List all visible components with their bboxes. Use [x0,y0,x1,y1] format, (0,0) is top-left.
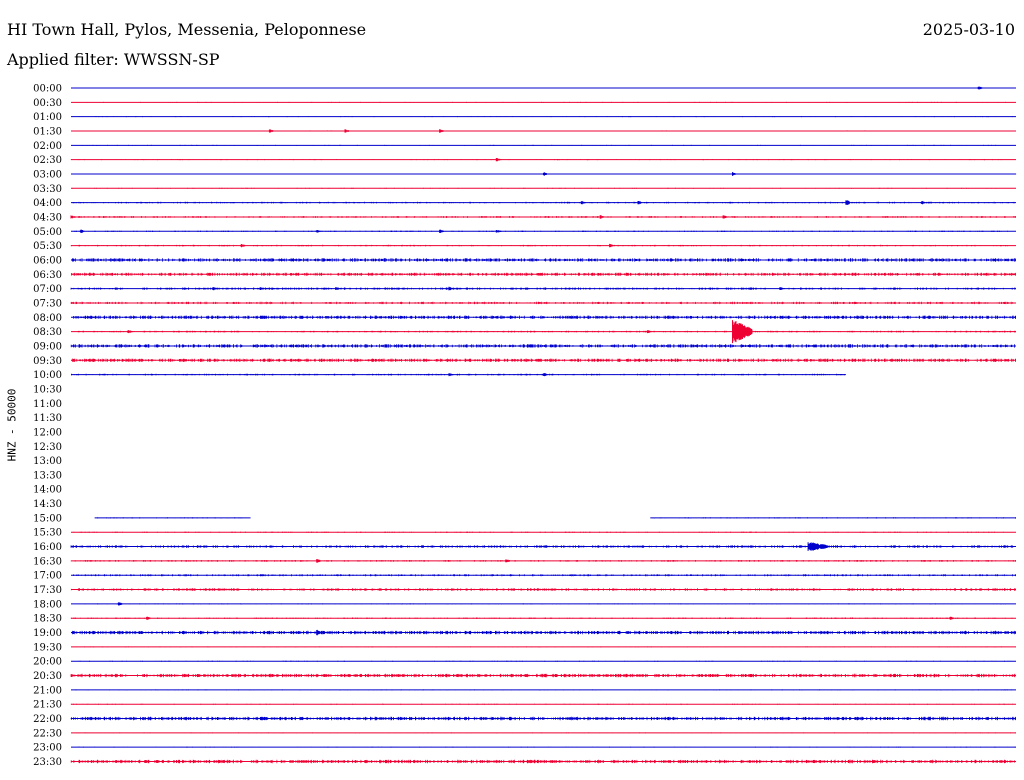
time-tick-label: 03:30 [33,184,62,195]
seismic-event [921,201,926,205]
time-tick-label: 08:00 [33,313,62,324]
seismic-event [845,200,850,205]
time-tick-label: 01:00 [33,112,62,123]
time-tick-label: 18:00 [33,599,62,610]
seismic-event [316,559,321,563]
seismic-event [316,230,321,233]
time-tick-label: 12:30 [33,442,62,453]
seismic-event [495,230,501,233]
trace-noise [70,673,1016,678]
time-tick-label: 14:00 [33,485,62,496]
time-tick-label: 14:30 [33,499,62,510]
time-tick-label: 04:00 [33,198,62,209]
seismic-event [646,330,652,334]
time-tick-label: 00:00 [33,84,62,95]
seismic-event [439,229,444,233]
seismic-event [240,244,246,248]
seismic-event [448,373,453,377]
time-tick-label: 18:30 [33,614,62,625]
time-tick-label: 02:00 [33,141,62,152]
seismic-event [495,158,501,162]
time-tick-label: 04:30 [33,212,62,223]
seismic-event [80,229,85,233]
seismic-event [117,602,123,606]
time-tick-label: 20:00 [33,657,62,668]
time-tick-label: 10:00 [33,370,62,381]
time-tick-label: 19:30 [33,642,62,653]
time-tick-label: 09:00 [33,341,62,352]
time-tick-label: 08:30 [33,327,62,338]
time-tick-label: 23:00 [33,743,62,754]
seismic-event [732,320,753,344]
time-tick-label: 07:00 [33,284,62,295]
time-tick-label: 05:00 [33,227,62,238]
time-tick-label: 03:00 [33,169,62,180]
time-tick-label: 13:30 [33,470,62,481]
seismic-event [268,129,274,133]
seismic-event [543,373,548,377]
seismic-event [637,201,642,205]
seismic-event [344,129,349,133]
time-tick-label: 00:30 [33,98,62,109]
seismic-event [949,616,954,620]
time-tick-label: 02:30 [33,155,62,166]
time-tick-label: 12:00 [33,427,62,438]
time-tick-label: 09:30 [33,356,62,367]
time-tick-label: 11:30 [33,413,62,424]
seismic-event [599,215,605,219]
time-tick-label: 06:30 [33,270,62,281]
time-tick-label: 16:00 [33,542,62,553]
time-tick-label: 06:00 [33,255,62,266]
time-tick-label: 17:30 [33,585,62,596]
time-tick-label: 11:00 [33,399,62,410]
seismic-event [580,201,586,205]
seismic-event [448,286,453,291]
time-tick-label: 21:30 [33,700,62,711]
time-tick-label: 17:00 [33,571,62,582]
seismic-event [127,330,132,334]
time-tick-label: 15:30 [33,528,62,539]
seismic-event [259,287,264,290]
seismic-event [543,172,548,176]
time-tick-label: 22:30 [33,728,62,739]
seismic-event [732,172,737,176]
time-tick-label: 07:30 [33,298,62,309]
seismic-event [609,243,614,248]
seismic-event [335,287,340,290]
seismic-event [505,559,510,563]
seismic-event [977,86,983,90]
helicorder-plot: 00:00 00:30 01:00 01:30 02:00 02:30 03:00 03:30… [33,84,1017,768]
time-tick-label: 01:30 [33,126,62,137]
time-tick-label: 23:30 [33,757,62,768]
time-tick-label: 20:30 [33,671,62,682]
seismic-event [212,287,217,291]
time-tick-label: 21:00 [33,685,62,696]
time-tick-label: 22:00 [33,714,62,725]
seismic-event [779,287,784,290]
time-tick-label: 05:30 [33,241,62,252]
time-tick-label: 13:00 [33,456,62,467]
seismic-event [70,215,75,219]
seismic-event [807,542,829,551]
seismic-event [146,616,151,620]
seismic-event [439,129,444,133]
seismic-event [316,629,321,636]
time-tick-label: 16:30 [33,556,62,567]
seismic-event [722,215,727,219]
time-tick-label: 15:00 [33,513,62,524]
time-tick-label: 19:00 [33,628,62,639]
time-tick-label: 10:30 [33,384,62,395]
